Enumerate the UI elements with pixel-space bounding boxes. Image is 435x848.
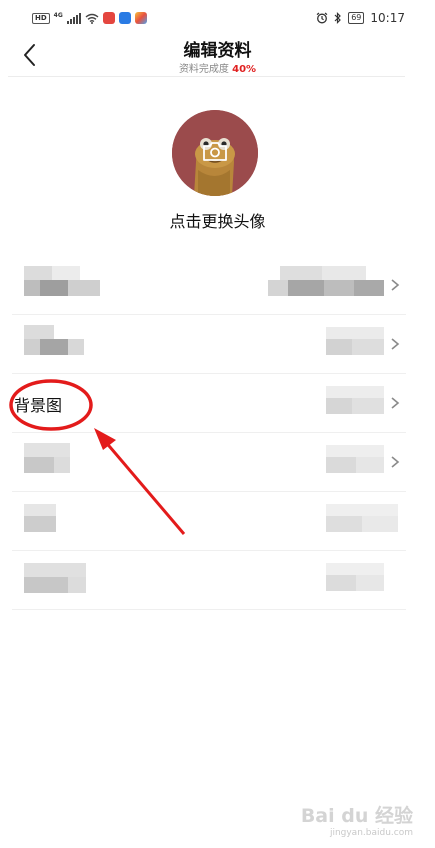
profile-row-5[interactable] bbox=[12, 492, 406, 551]
pixelated-value bbox=[326, 504, 398, 532]
chevron-right-icon bbox=[391, 338, 400, 350]
row-divider bbox=[12, 609, 406, 610]
profile-row-background[interactable]: 背景图 bbox=[12, 374, 406, 433]
status-right: 69 10:17 bbox=[316, 11, 405, 25]
hd-indicator: HD bbox=[32, 12, 50, 24]
chevron-right-icon bbox=[391, 456, 400, 468]
completion-label: 资料完成度 bbox=[178, 64, 229, 75]
pixelated-label bbox=[24, 266, 100, 296]
watermark: Bai du 经验 jingyan.baidu.com bbox=[301, 801, 413, 838]
signal-icon bbox=[66, 12, 81, 24]
completion-value: 40% bbox=[232, 64, 257, 75]
pixelated-value bbox=[326, 445, 384, 473]
pixelated-label bbox=[24, 563, 86, 593]
watermark-logo: Bai du 经验 bbox=[300, 805, 413, 827]
chevron-right-icon bbox=[391, 397, 400, 409]
header-divider bbox=[8, 76, 405, 77]
app-notification-icon bbox=[134, 12, 147, 24]
change-avatar-label[interactable]: 点击更换头像 bbox=[0, 208, 435, 232]
pixelated-label bbox=[24, 504, 56, 532]
chevron-right-icon bbox=[391, 279, 400, 291]
pixelated-value bbox=[268, 266, 384, 296]
camera-icon bbox=[203, 142, 227, 161]
page-title: 编辑资料 bbox=[183, 41, 252, 61]
background-image-label: 背景图 bbox=[14, 396, 63, 415]
profile-row-6[interactable] bbox=[12, 551, 406, 610]
status-bar: HD 4G 69 10:17 bbox=[0, 0, 435, 34]
bluetooth-icon bbox=[334, 12, 342, 24]
clock: 10:17 bbox=[370, 11, 405, 25]
page-header: 编辑资料 资料完成度 40% bbox=[0, 34, 435, 78]
status-left: HD 4G bbox=[32, 11, 147, 25]
profile-row-1[interactable] bbox=[12, 256, 406, 315]
app-notification-icon bbox=[102, 12, 115, 24]
app-notification-icon bbox=[118, 12, 131, 24]
network-generation: 4G bbox=[53, 11, 63, 19]
battery-indicator: 69 bbox=[348, 12, 365, 24]
wifi-icon bbox=[85, 13, 99, 24]
pixelated-value bbox=[326, 563, 384, 591]
pixelated-label bbox=[24, 443, 70, 473]
profile-row-2[interactable] bbox=[12, 315, 406, 374]
pixelated-value bbox=[326, 386, 384, 414]
watermark-url: jingyan.baidu.com bbox=[329, 828, 413, 838]
alarm-icon bbox=[316, 12, 328, 24]
pixelated-value bbox=[326, 327, 384, 355]
completion-line: 资料完成度 40% bbox=[0, 60, 435, 75]
pixelated-label bbox=[24, 325, 84, 355]
avatar[interactable] bbox=[172, 110, 258, 196]
profile-row-4[interactable] bbox=[12, 433, 406, 492]
